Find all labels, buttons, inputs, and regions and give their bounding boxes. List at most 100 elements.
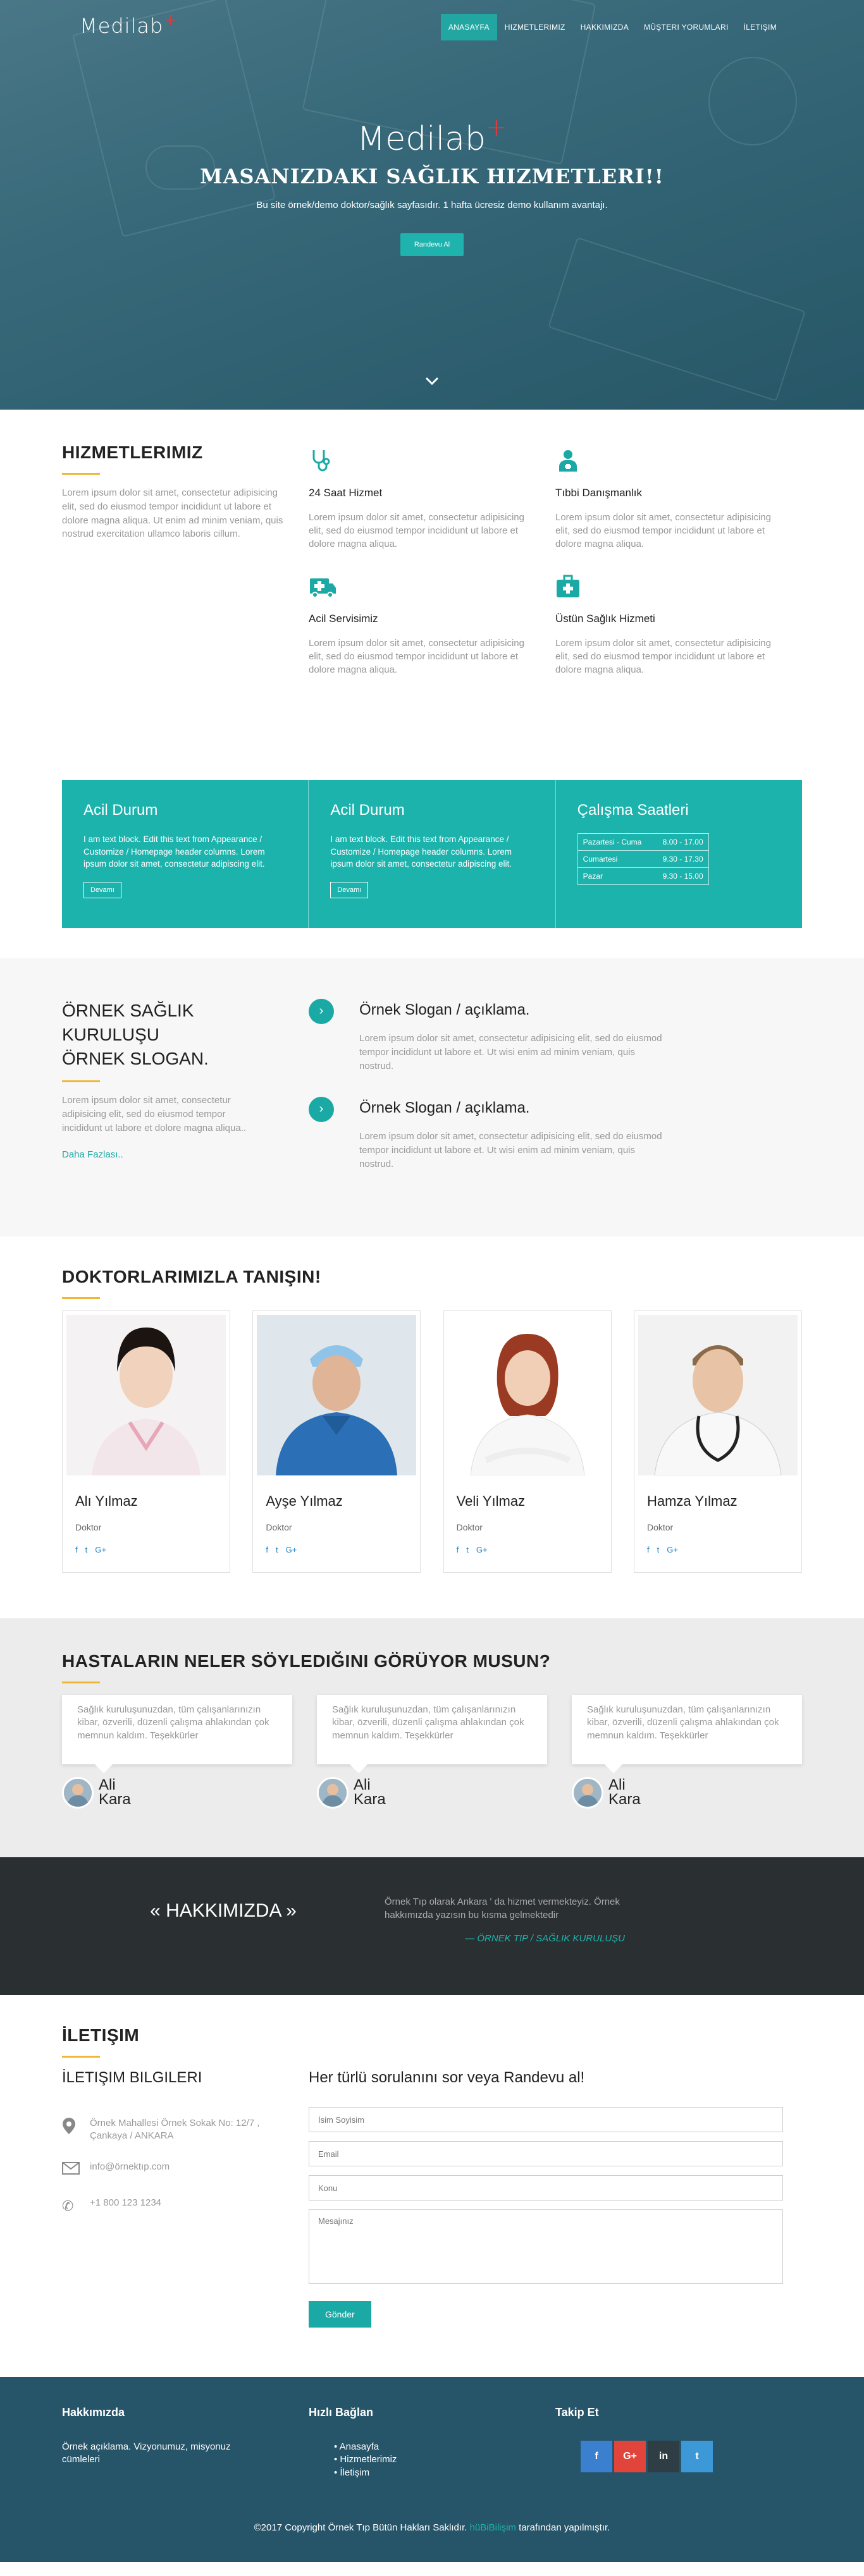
footer-link-home[interactable]: Anasayfa (334, 2441, 555, 2453)
slogan-item: › Örnek Slogan / açıklama. Lorem ipsum d… (309, 999, 663, 1073)
testimonial-author: Ali Kara (572, 1777, 802, 1809)
testimonial-text: Sağlık kuruluşunuzdan, tüm çalışanlarını… (317, 1695, 547, 1773)
doctors-title: DOKTORLARIMIZLA TANIŞIN! (62, 1267, 321, 1286)
box-text: I am text block. Edit this text from App… (83, 834, 265, 869)
twitter-icon[interactable]: t (276, 1545, 278, 1554)
avatar (572, 1777, 603, 1809)
developer-link[interactable]: hüBiBilişim (470, 2522, 516, 2533)
footer-link-contact[interactable]: İletişim (334, 2467, 555, 2479)
name-field[interactable] (309, 2107, 783, 2132)
author-last-name: Kara (608, 1791, 641, 1808)
twitter-icon[interactable]: t (657, 1545, 660, 1554)
slogan-item-text: Lorem ipsum dolor sit amet, consectetur … (359, 1131, 662, 1169)
form-title: Her türlü sorulanını sor veya Randevu al… (309, 2069, 585, 2086)
facebook-icon[interactable]: f (647, 1545, 650, 1554)
google-plus-icon[interactable]: G+ (286, 1545, 297, 1554)
slogan-item: › Örnek Slogan / açıklama. Lorem ipsum d… (309, 1097, 663, 1171)
google-plus-icon[interactable]: G+ (95, 1545, 106, 1554)
read-more-link[interactable]: Daha Fazlası.. (62, 1149, 258, 1160)
services-intro: Lorem ipsum dolor sit amet, consectetur … (62, 487, 283, 540)
medkit-icon (555, 573, 581, 599)
title-underline (62, 473, 100, 475)
more-button[interactable]: Devamı (83, 881, 121, 898)
doctor-card: Ayşe Yılmaz Doktor f t G+ (252, 1310, 421, 1573)
slogan-title-line: ÖRNEK SLOGAN. (62, 1048, 209, 1068)
testimonial-author: Ali Kara (62, 1777, 292, 1809)
email-row: info@örnektıp.com (62, 2161, 309, 2180)
facebook-icon[interactable]: f (75, 1545, 78, 1554)
doctor-name: Veli Yılmaz (456, 1493, 526, 1509)
email-field[interactable] (309, 2141, 783, 2166)
message-field[interactable] (309, 2209, 783, 2284)
doctor-photo (257, 1315, 417, 1475)
doctor-card: Alı Yılmaz Doktor f t G+ (62, 1310, 230, 1573)
service-title: 24 Saat Hizmet (309, 487, 383, 499)
doctor-photo (66, 1315, 226, 1475)
linkedin-icon[interactable]: in (648, 2441, 679, 2472)
google-plus-icon[interactable]: G+ (476, 1545, 488, 1554)
facebook-icon[interactable]: f (457, 1545, 459, 1554)
phone-text[interactable]: +1 800 123 1234 (90, 2197, 161, 2216)
doctor-social: f t G+ (457, 1545, 607, 1554)
doctors-section: DOKTORLARIMIZLA TANIŞIN! Alı Yılmaz Dokt… (0, 1236, 864, 1618)
nav-item-home[interactable]: ANASAYFA (440, 14, 497, 40)
service-item: Üstün Sağlık Hizmeti Lorem ipsum dolor s… (555, 573, 802, 676)
subject-field[interactable] (309, 2175, 783, 2201)
facebook-icon[interactable]: f (266, 1545, 268, 1554)
title-underline (62, 1080, 100, 1083)
box-title: Çalışma Saatleri (577, 802, 689, 819)
about-title: « HAKKIMIZDA » (150, 1900, 297, 1921)
author-last-name: Kara (354, 1791, 386, 1808)
testimonials-section: HASTALARIN NELER SÖYLEDIĞINI GÖRÜYOR MUS… (0, 1618, 864, 1857)
author-last-name: Kara (99, 1791, 131, 1808)
twitter-icon[interactable]: t (681, 2441, 713, 2472)
send-button[interactable]: Gönder (309, 2301, 371, 2328)
footer-link-services[interactable]: Hizmetlerimiz (334, 2453, 555, 2466)
doctor-role: Doktor (75, 1522, 102, 1532)
info-boxes-section: Acil Durum I am text block. Edit this te… (0, 780, 864, 958)
more-button[interactable]: Devamı (330, 881, 369, 898)
slogan-item-text: Lorem ipsum dolor sit amet, consectetur … (359, 1033, 662, 1071)
testimonial: Sağlık kuruluşunuzdan, tüm çalışanlarını… (317, 1695, 547, 1809)
twitter-icon[interactable]: t (466, 1545, 469, 1554)
nav-item-contact[interactable]: İLETIŞIM (736, 14, 784, 40)
testimonials-title: HASTALARIN NELER SÖYLEDIĞINI GÖRÜYOR MUS… (62, 1651, 551, 1671)
testimonial: Sağlık kuruluşunuzdan, tüm çalışanlarını… (572, 1695, 802, 1809)
nav-item-services[interactable]: HIZMETLERIMIZ (497, 14, 573, 40)
title-underline (62, 1682, 100, 1683)
service-title: Acil Servisimiz (309, 613, 378, 625)
nav-item-about[interactable]: HAKKIMIZDA (573, 14, 636, 40)
copyright: ©2017 Copyright Örnek Tıp Bütün Hakları … (62, 2522, 802, 2533)
doctor-photo (638, 1315, 798, 1475)
service-text: Lorem ipsum dolor sit amet, consectetur … (555, 512, 771, 549)
chevron-right-icon: › (309, 999, 334, 1024)
hours-time: 8.00 - 17.00 (662, 838, 703, 846)
top-navigation: Medilab+ ANASAYFA HIZMETLERIMIZ HAKKIMIZ… (0, 0, 864, 53)
about-text: Örnek Tıp olarak Ankara ' da hizmet verm… (385, 1896, 620, 1920)
google-plus-icon[interactable]: G+ (667, 1545, 678, 1554)
appointment-button[interactable]: Randevu Al (400, 233, 464, 256)
facebook-icon[interactable]: f (581, 2441, 612, 2472)
footer-links-title: Hızlı Bağlan (309, 2406, 374, 2419)
doctor-icon (555, 448, 581, 473)
google-plus-icon[interactable]: G+ (614, 2441, 646, 2472)
copyright-suffix: tarafından yapılmıştır. (519, 2522, 610, 2533)
service-item: 24 Saat Hizmet Lorem ipsum dolor sit ame… (309, 448, 555, 551)
doctor-name: Alı Yılmaz (75, 1493, 138, 1509)
doctor-role: Doktor (266, 1522, 292, 1532)
contact-section: İLETIŞIM İLETIŞIM BILGILERI Örnek Mahall… (0, 1995, 864, 2377)
services-grid: 24 Saat Hizmet Lorem ipsum dolor sit ame… (309, 448, 802, 676)
service-title: Üstün Sağlık Hizmeti (555, 613, 655, 625)
twitter-icon[interactable]: t (85, 1545, 88, 1554)
brand-logo[interactable]: Medilab+ (80, 11, 178, 38)
copyright-text: ©2017 Copyright Örnek Tıp Bütün Hakları … (254, 2522, 467, 2533)
box-text: I am text block. Edit this text from App… (330, 834, 512, 869)
email-text[interactable]: info@örnektıp.com (90, 2161, 170, 2180)
service-item: Tıbbi Danışmanlık Lorem ipsum dolor sit … (555, 448, 802, 551)
hero-logo: Medilab+ (357, 113, 507, 158)
doctor-social: f t G+ (75, 1545, 226, 1554)
nav-item-testimonials[interactable]: MÜŞTERI YORUMLARI (636, 14, 736, 40)
chevron-down-icon[interactable] (424, 371, 440, 391)
testimonial-text: Sağlık kuruluşunuzdan, tüm çalışanlarını… (62, 1695, 292, 1773)
hours-row: Cumartesi 9.30 - 17.30 (577, 851, 708, 868)
